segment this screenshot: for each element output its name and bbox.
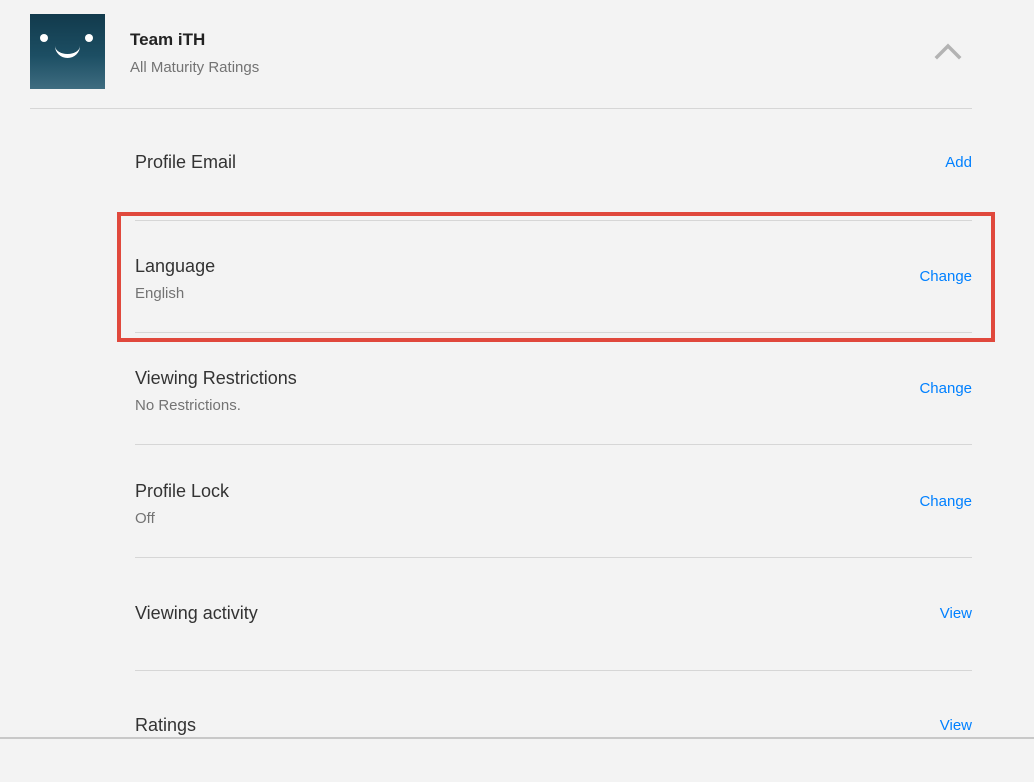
setting-title: Profile Email — [135, 152, 237, 172]
setting-row-profile-lock: Profile Lock Off Change — [135, 445, 972, 558]
change-language-link[interactable]: Change — [919, 268, 972, 285]
add-profile-email-link[interactable]: Add — [945, 154, 972, 171]
view-ratings-link[interactable]: View — [940, 717, 972, 734]
setting-row-language: Language English Change — [135, 220, 972, 333]
chevron-up-icon — [934, 43, 962, 60]
view-viewing-activity-link[interactable]: View — [940, 605, 972, 622]
profile-maturity-rating: All Maturity Ratings — [130, 59, 260, 76]
profile-name: Team iTH — [130, 30, 206, 49]
setting-title: Viewing Restrictions — [135, 368, 297, 388]
smiley-avatar-icon[interactable] — [30, 14, 105, 89]
setting-title: Ratings — [135, 715, 197, 735]
setting-row-viewing-restrictions: Viewing Restrictions No Restrictions. Ch… — [135, 332, 972, 445]
change-profile-lock-link[interactable]: Change — [919, 493, 972, 510]
avatar-right-eye — [85, 34, 93, 42]
setting-value: No Restrictions. — [135, 397, 241, 414]
avatar-left-eye — [40, 34, 48, 42]
setting-title: Viewing activity — [135, 603, 258, 623]
setting-row-profile-email: Profile Email Add — [135, 108, 972, 221]
setting-value: Off — [135, 510, 155, 527]
profile-header: Team iTH All Maturity Ratings — [30, 14, 972, 109]
avatar-smile — [55, 34, 80, 58]
collapse-button[interactable] — [930, 36, 966, 66]
setting-value: English — [135, 285, 185, 302]
setting-title: Profile Lock — [135, 481, 230, 501]
setting-row-ratings: Ratings View — [135, 670, 972, 782]
setting-row-viewing-activity: Viewing activity View — [135, 558, 972, 671]
change-viewing-restrictions-link[interactable]: Change — [919, 380, 972, 397]
setting-title: Language — [135, 256, 216, 276]
